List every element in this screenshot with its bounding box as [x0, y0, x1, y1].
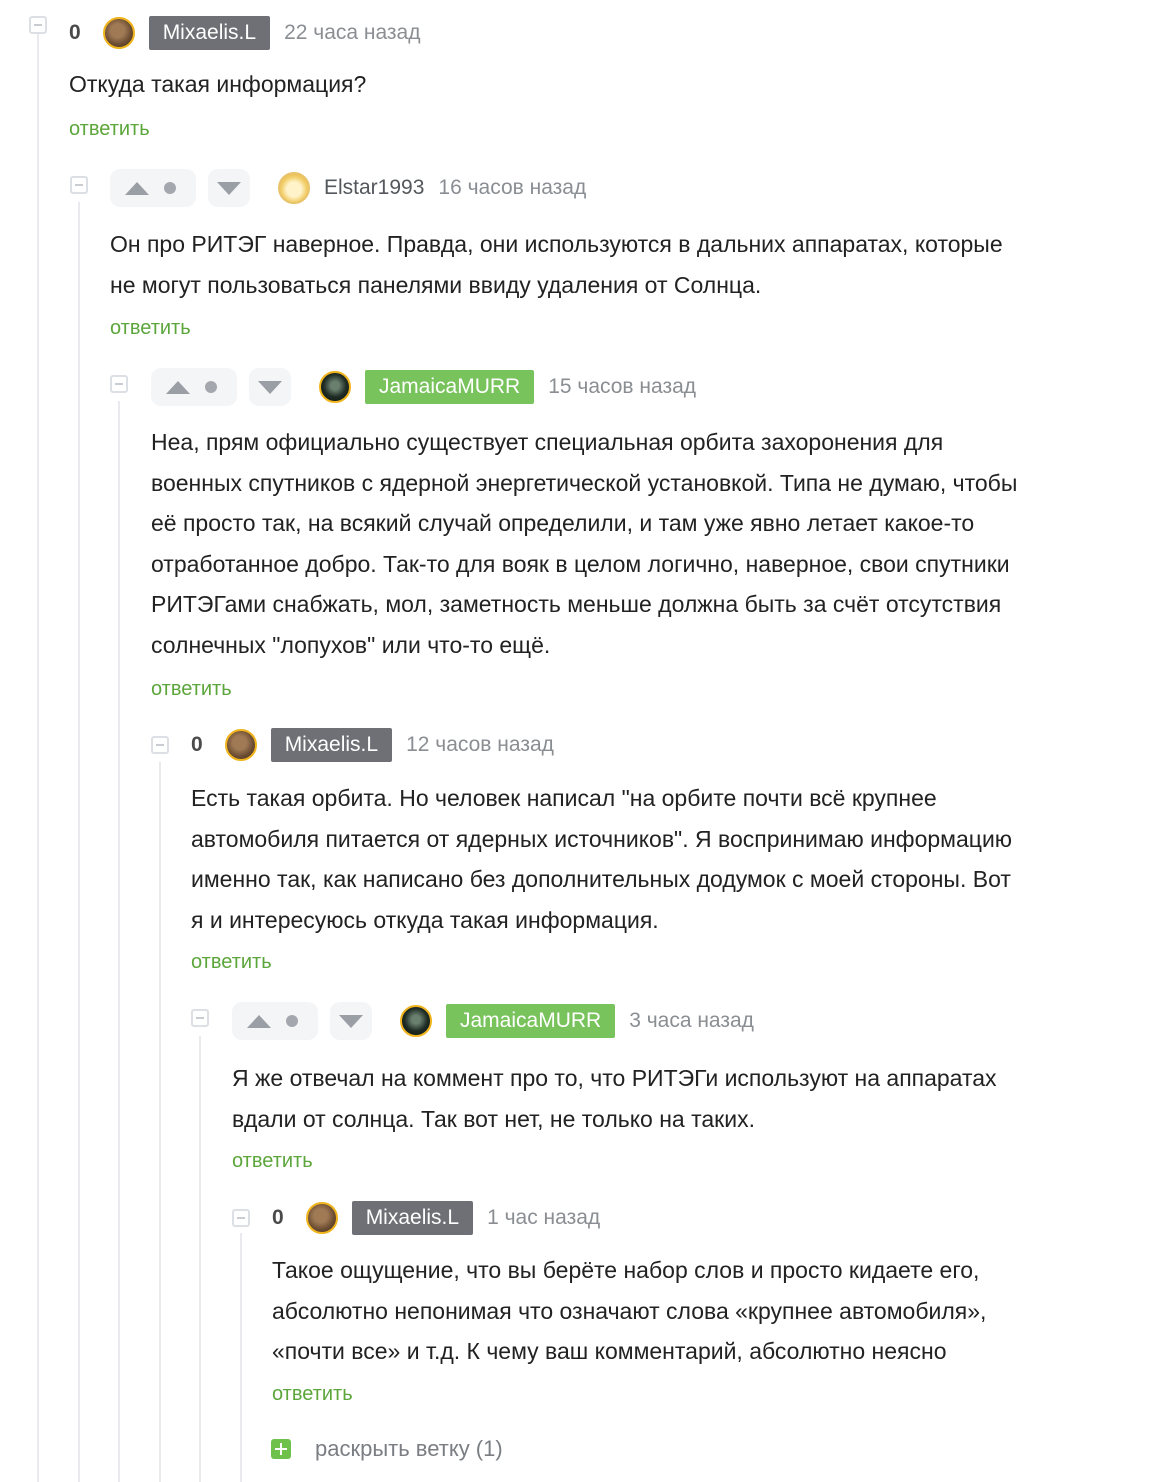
comment-text: Такое ощущение, что вы берёте набор слов…	[272, 1250, 986, 1372]
username[interactable]: Elstar1993	[324, 176, 424, 200]
comment-header: JamaicaMURR 3 часа назад	[232, 1002, 754, 1040]
upvote-button[interactable]	[232, 1002, 318, 1040]
downvote-button[interactable]	[208, 169, 250, 207]
vote-dot-icon	[286, 1015, 298, 1027]
avatar-icon[interactable]	[224, 729, 257, 761]
upvote-icon	[125, 181, 149, 195]
timestamp[interactable]: 16 часов назад	[438, 176, 586, 200]
username[interactable]: Mixaelis.L	[351, 1201, 474, 1235]
comment-line: Я же отвечал на коммент про то, что РИТЭ…	[232, 1065, 997, 1091]
comment-line: Откуда такая информация?	[69, 71, 367, 97]
vote-dot-icon	[205, 381, 217, 393]
comment-line: Неа, прям официально существует специаль…	[151, 429, 944, 455]
expand-branch-button[interactable]: раскрыть ветку (1)	[271, 1436, 503, 1462]
timestamp[interactable]: 1 час назад	[487, 1206, 600, 1230]
username[interactable]: Mixaelis.L	[148, 16, 271, 50]
comment-text: Я же отвечал на коммент про то, что РИТЭ…	[232, 1058, 997, 1139]
comment-text: Откуда такая информация?	[69, 64, 366, 105]
comment-line: именно так, как написано без дополнитель…	[191, 866, 1011, 892]
downvote-button[interactable]	[330, 1002, 372, 1040]
comment-line: автомобиля питается от ядерных источнико…	[191, 825, 1013, 852]
comment-line: РИТЭГами снабжать, мол, заметность меньш…	[151, 591, 1002, 617]
avatar-icon[interactable]	[102, 17, 135, 49]
collapse-icon[interactable]	[70, 176, 88, 194]
comment-text: Он про РИТЭГ наверное. Правда, они испол…	[110, 224, 1003, 305]
timestamp[interactable]: 3 часа назад	[629, 1009, 754, 1033]
timestamp[interactable]: 22 часа назад	[284, 21, 420, 45]
avatar-icon[interactable]	[305, 1202, 338, 1234]
comment-header: JamaicaMURR 15 часов назад	[151, 368, 696, 406]
downvote-icon	[339, 1014, 363, 1028]
reply-link[interactable]: ответить	[110, 317, 191, 340]
collapse-icon[interactable]	[191, 1009, 209, 1027]
timestamp[interactable]: 12 часов назад	[406, 733, 554, 757]
comment-line: я и интересуюсь откуда такая информация.	[191, 906, 659, 933]
expand-plus-icon	[271, 1439, 291, 1459]
comment-line: Он про РИТЭГ наверное. Правда, они испол…	[110, 231, 1003, 257]
username[interactable]: JamaicaMURR	[446, 1004, 616, 1038]
reply-link[interactable]: ответить	[272, 1383, 353, 1406]
upvote-icon	[247, 1014, 271, 1028]
thread-line	[199, 1036, 201, 1482]
comment-text: Неа, прям официально существует специаль…	[151, 422, 1017, 665]
thread-line	[118, 401, 120, 1482]
comment-line: «почти все» и т.д. К чему ваш комментари…	[272, 1338, 947, 1364]
username[interactable]: Mixaelis.L	[270, 728, 393, 762]
downvote-icon	[258, 380, 282, 394]
thread-line	[159, 762, 161, 1482]
collapse-icon[interactable]	[232, 1209, 250, 1227]
thread-line	[240, 1233, 242, 1482]
expand-branch-label: раскрыть ветку (1)	[315, 1436, 503, 1461]
upvote-button[interactable]	[110, 169, 196, 207]
avatar-icon[interactable]	[278, 172, 310, 204]
comment-header: 0 Mixaelis.L 1 час назад	[272, 1201, 600, 1235]
comment-line: военных спутников с ядерной энергетическ…	[151, 469, 1018, 496]
collapse-icon[interactable]	[110, 375, 128, 393]
reply-link[interactable]: ответить	[232, 1150, 313, 1173]
upvote-icon	[166, 380, 190, 394]
comment-line: Есть такая орбита. Но человек написал "н…	[191, 785, 937, 811]
username[interactable]: JamaicaMURR	[365, 370, 535, 404]
comment-line: Такое ощущение, что вы берёте набор слов…	[272, 1257, 980, 1283]
comment-line: не могут пользоваться панелями ввиду уда…	[110, 271, 762, 298]
comment-header: 0 Mixaelis.L 22 часа назад	[69, 16, 421, 50]
reply-link[interactable]: ответить	[191, 951, 272, 974]
thread-line	[78, 202, 80, 1482]
comment-rating: 0	[272, 1206, 284, 1229]
comment-text: Есть такая орбита. Но человек написал "н…	[191, 778, 1012, 940]
comment-header: 0 Mixaelis.L 12 часов назад	[191, 728, 554, 762]
thread-line	[37, 34, 39, 1482]
upvote-button[interactable]	[151, 368, 237, 406]
downvote-button[interactable]	[249, 368, 291, 406]
reply-link[interactable]: ответить	[151, 678, 232, 701]
timestamp[interactable]: 15 часов назад	[548, 375, 696, 399]
vote-dot-icon	[164, 182, 176, 194]
comment-rating: 0	[69, 21, 81, 44]
comment-line: абсолютно непонимая что означают слова «…	[272, 1297, 987, 1324]
comment-line: солнечных "лопухов" или что-то ещё.	[151, 631, 551, 658]
comment-header: Elstar1993 16 часов назад	[110, 169, 586, 207]
comment-line: вдали от солнца. Так вот нет, не только …	[232, 1105, 755, 1132]
avatar-icon[interactable]	[319, 371, 351, 403]
collapse-icon[interactable]	[29, 16, 47, 34]
collapse-icon[interactable]	[151, 736, 169, 754]
comment-line: её просто так, на всякий случай определи…	[151, 510, 975, 536]
comment-line: отработанное добро. Так-то для вояк в це…	[151, 550, 1010, 577]
comment-rating: 0	[191, 733, 203, 756]
avatar-icon[interactable]	[400, 1005, 432, 1037]
reply-link[interactable]: ответить	[69, 118, 150, 141]
downvote-icon	[217, 181, 241, 195]
